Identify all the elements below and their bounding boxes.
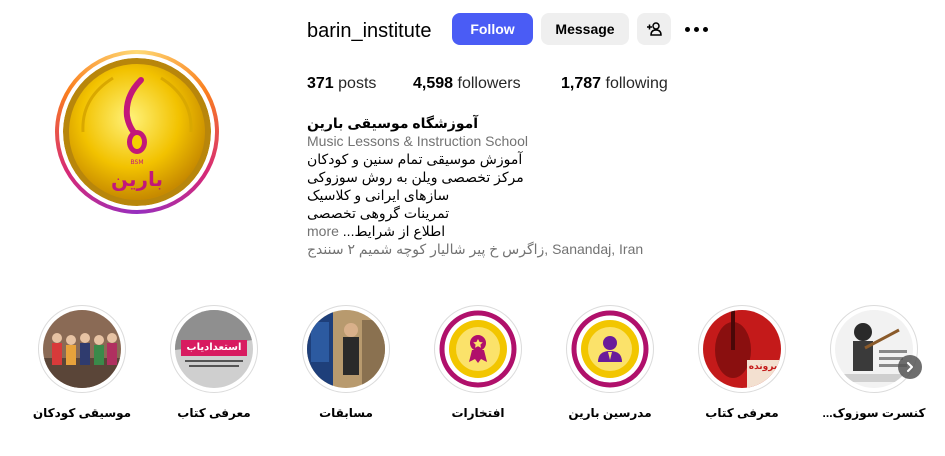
message-button[interactable]: Message bbox=[541, 13, 629, 45]
highlight-label: کنسرت سوزوک... bbox=[822, 406, 926, 420]
followers-count: 4,598 bbox=[413, 75, 454, 92]
story-highlight[interactable]: موسیقی کودکان bbox=[17, 305, 147, 421]
avatar-frame: BSM بارین bbox=[59, 54, 215, 210]
highlights-next-button[interactable] bbox=[898, 355, 922, 379]
posts-count: 371 bbox=[307, 75, 334, 92]
story-highlight[interactable]: استعدادیاب معرفی کتاب bbox=[149, 305, 279, 421]
highlight-ring bbox=[302, 305, 390, 393]
highlight-ring bbox=[38, 305, 126, 393]
bio-line: تمرینات گروهی تخصصی bbox=[307, 205, 450, 221]
highlight-label: مسابقات bbox=[319, 406, 373, 420]
follow-button[interactable]: Follow bbox=[452, 13, 533, 45]
following-stat[interactable]: 1,787 following bbox=[561, 74, 668, 94]
bio-line-truncated: اطلاع از شرایط... more bbox=[307, 222, 445, 240]
posts-label: posts bbox=[338, 75, 377, 92]
highlight-concert-poster bbox=[835, 310, 913, 388]
highlight-ring bbox=[434, 305, 522, 393]
highlight-ring: پرونده bbox=[698, 305, 786, 393]
options-button[interactable] bbox=[680, 13, 712, 45]
add-user-icon bbox=[647, 22, 662, 36]
highlight-overlay-text: استعدادیاب bbox=[186, 342, 242, 353]
bio-line: آموزش موسیقی تمام سنین و کودکان bbox=[307, 151, 523, 167]
suggest-user-button[interactable] bbox=[637, 13, 671, 45]
followers-stat[interactable]: 4,598 followers bbox=[413, 74, 521, 94]
highlight-label: موسیقی کودکان bbox=[32, 406, 132, 420]
more-dots-icon bbox=[684, 26, 708, 32]
bio-category: Music Lessons & Instruction School bbox=[307, 133, 528, 149]
story-highlight[interactable]: مدرسین بارین bbox=[545, 305, 675, 421]
avatar-abbr-text: BSM bbox=[131, 159, 144, 166]
highlight-ring bbox=[830, 305, 918, 393]
highlight-ring bbox=[566, 305, 654, 393]
following-label: following bbox=[605, 75, 668, 92]
highlight-competition-photo bbox=[307, 310, 385, 388]
highlight-label: معرفی کتاب bbox=[705, 406, 779, 420]
story-highlight[interactable]: مسابقات bbox=[281, 305, 411, 421]
highlight-label: مدرسین بارین bbox=[568, 406, 652, 420]
highlight-ring: استعدادیاب bbox=[170, 305, 258, 393]
profile-username: barin_institute bbox=[307, 20, 432, 42]
profile-avatar[interactable]: BSM بارین bbox=[55, 50, 219, 214]
story-highlight[interactable]: پرونده معرفی کتاب bbox=[677, 305, 807, 421]
bio-line: سازهای ایرانی و کلاسیک bbox=[307, 187, 450, 203]
chevron-right-icon bbox=[907, 362, 913, 372]
bio-more-link[interactable]: more bbox=[307, 223, 339, 239]
bio-line: مرکز تخصصی ویلن به روش سوزوکی bbox=[307, 169, 524, 185]
bio-line-text: اطلاع از شرایط... bbox=[342, 223, 446, 239]
highlight-group-photo bbox=[43, 310, 121, 388]
followers-label: followers bbox=[457, 75, 521, 92]
avatar-logo-image: BSM بارین bbox=[63, 58, 211, 206]
bio-full-name: آموزشگاه موسیقی بارین bbox=[307, 115, 479, 131]
highlight-label: معرفی کتاب bbox=[177, 406, 251, 420]
story-highlight[interactable]: افتخارات bbox=[413, 305, 543, 421]
following-count: 1,787 bbox=[561, 75, 602, 92]
highlight-violin-book-cover: پرونده bbox=[703, 310, 781, 388]
medal-icon bbox=[439, 310, 517, 388]
posts-stat: 371 posts bbox=[307, 74, 376, 94]
avatar-logo-text: بارین bbox=[111, 167, 163, 191]
highlight-label: افتخارات bbox=[451, 406, 505, 420]
highlight-overlay-text: پرونده bbox=[748, 362, 778, 372]
bio-location[interactable]: زاگرس خ پیر شالیار کوچه شمیم ۲ سنندج, Sa… bbox=[307, 240, 643, 258]
highlight-book-cover: استعدادیاب bbox=[175, 310, 253, 388]
teacher-icon bbox=[571, 310, 649, 388]
